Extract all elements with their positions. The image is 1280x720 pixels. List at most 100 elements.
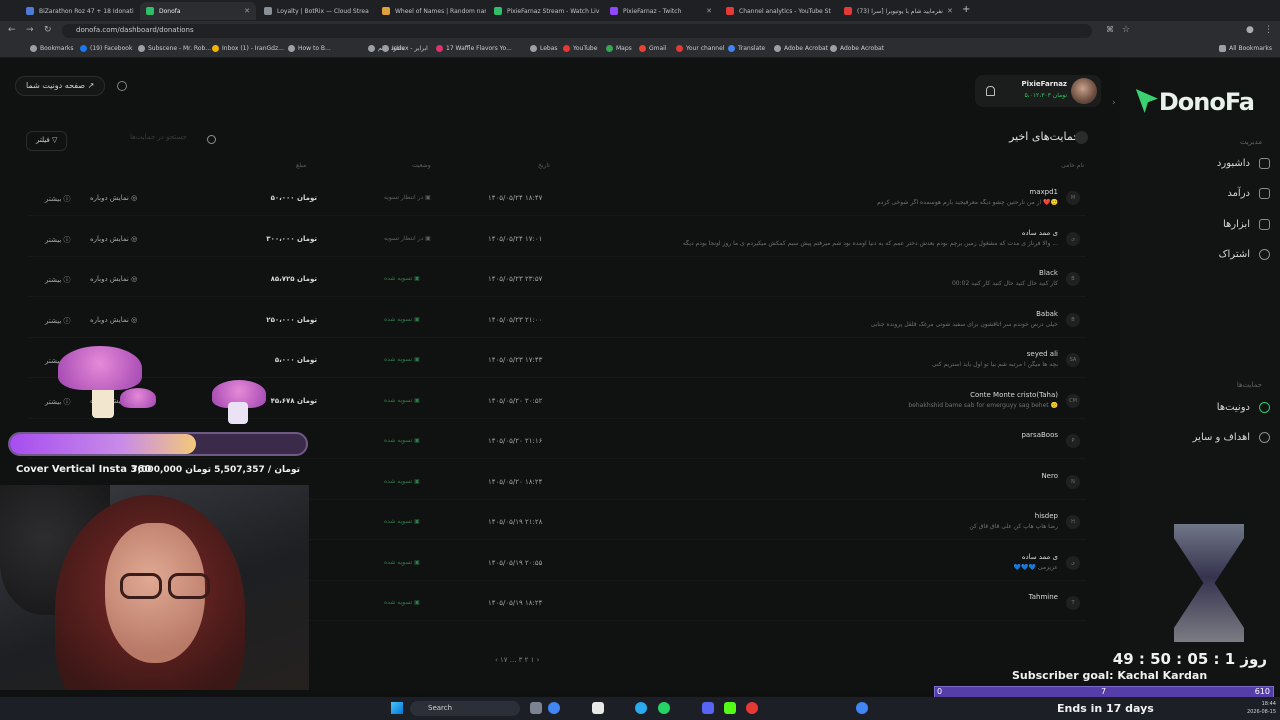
browser-tab[interactable]: BiZarathon Roz 47 + 18 Idonati✕ <box>20 2 138 20</box>
browser-tab[interactable]: Wheel of Names | Random nam✕ <box>376 2 486 20</box>
sidebar-item-tools[interactable]: ابزارها <box>1223 219 1270 230</box>
all-bookmarks-link[interactable]: All Bookmarks <box>1219 45 1272 52</box>
close-tab-icon[interactable]: ✕ <box>369 7 374 15</box>
app-icon[interactable] <box>592 702 604 714</box>
tab-favicon-icon <box>26 7 34 15</box>
column-header-status: وضعیت <box>412 162 431 169</box>
info-icon: ⓘ <box>63 316 71 325</box>
browser-tab[interactable]: Channel analytics - YouTube St✕ <box>720 2 836 20</box>
taskbar-search[interactable]: Search <box>410 701 520 716</box>
forward-icon[interactable]: → <box>26 25 34 35</box>
search-input[interactable]: جستجو در حمایت‌ها <box>130 133 220 149</box>
whatsapp-icon[interactable] <box>658 702 670 714</box>
replay-button[interactable]: نمایش دوباره ◎ <box>90 235 137 243</box>
more-button[interactable]: بیشتر ⓘ <box>45 316 71 326</box>
user-menu[interactable]: PixieFarnaz ۵،۰۱۲،۳۰۳ تومان <box>975 75 1101 107</box>
bookmark-link[interactable]: 17 Waffle Flavors Yo... <box>436 45 512 52</box>
replay-button[interactable]: نمایش دوباره ◎ <box>90 194 137 202</box>
bell-icon[interactable] <box>986 86 995 96</box>
discord-icon[interactable] <box>702 702 714 714</box>
donor-name: parsaBoos <box>1021 431 1058 439</box>
status-icon: ▣ <box>414 315 420 323</box>
bookmark-link[interactable]: Subscene - Mr. Rob... <box>138 45 211 52</box>
donor-name: Tahmine <box>1028 593 1058 601</box>
tab-favicon-icon <box>844 7 852 15</box>
sidebar-item-dashboard[interactable]: داشبورد <box>1217 158 1270 169</box>
bookmark-link[interactable]: Lebas <box>530 45 558 52</box>
tab-title: PixieFarnaz Stream - Watch Liv <box>507 7 600 15</box>
filter-button[interactable]: فیلتر ▽ <box>26 131 68 151</box>
close-tab-icon[interactable]: ✕ <box>599 7 602 15</box>
sidebar-item-income[interactable]: درآمد <box>1227 188 1270 199</box>
donor-initial: ی <box>1066 231 1080 246</box>
kick-icon[interactable] <box>724 702 736 714</box>
bookmark-link[interactable]: Translate <box>728 45 765 52</box>
back-icon[interactable]: ← <box>8 25 16 35</box>
more-button[interactable]: بیشتر ⓘ <box>45 194 71 204</box>
donation-amount: ۳۰۰،۰۰۰ تومان <box>266 234 317 243</box>
more-button[interactable]: بیشتر ⓘ <box>45 235 71 245</box>
bookmark-link[interactable]: Adobe Acrobat <box>774 45 828 52</box>
pagination[interactable]: ‹ ۱۷ ... ۳ ۲ ۱ › <box>495 656 539 664</box>
address-bar[interactable]: donofa.com/dashboard/donations <box>62 24 1092 38</box>
bookmark-link[interactable]: Your channel <box>676 45 724 52</box>
translate-icon[interactable]: ⌘ <box>1106 25 1114 34</box>
browser-tab[interactable]: (73) نفرمایید شام با یوتیوبرا [سرا ✕ <box>838 2 956 20</box>
browser-tab[interactable]: PixieFarnaz Stream - Watch Liv✕ <box>488 2 602 20</box>
star-icon[interactable]: ☆ <box>1122 25 1130 35</box>
chrome-icon[interactable] <box>548 702 560 714</box>
user-name: PixieFarnaz <box>1021 80 1067 88</box>
replay-button[interactable]: نمایش دوباره ◎ <box>90 275 137 283</box>
sidebar-item-donations[interactable]: دونیت‌ها <box>1217 402 1270 413</box>
browser-tab[interactable]: PixieFarnaz - Twitch ✕ <box>604 2 718 20</box>
file-explorer-icon[interactable] <box>530 702 542 714</box>
bookmark-favicon-icon <box>436 45 443 52</box>
bookmark-link[interactable]: Maps <box>606 45 632 52</box>
bookmark-link[interactable]: Adobe Acrobat <box>830 45 884 52</box>
menu-icon[interactable]: ⋮ <box>1264 25 1273 35</box>
donate-page-button[interactable]: صفحه دونیت شما ↗ <box>15 76 106 96</box>
sidebar-item-goals[interactable]: اهداف و سایر <box>1193 432 1270 443</box>
bookmark-favicon-icon <box>563 45 570 52</box>
status-badge: تسویه شده ▣ <box>384 356 420 363</box>
bookmark-link[interactable]: Index - ابرایر <box>382 45 428 52</box>
bookmark-link[interactable]: Gmail <box>639 45 667 52</box>
profile-icon[interactable]: ● <box>1246 25 1254 35</box>
bookmark-favicon-icon <box>639 45 646 52</box>
close-tab-icon[interactable]: ✕ <box>134 7 139 15</box>
bookmark-link[interactable]: YouTube <box>563 45 597 52</box>
sidebar-item-subscription[interactable]: اشتراک <box>1219 249 1270 260</box>
telegram-icon[interactable] <box>635 702 647 714</box>
donation-message: 💙💙💙 عزیزمی <box>1013 563 1058 571</box>
status-badge: تسویه شده ▣ <box>384 599 420 606</box>
bookmark-link[interactable]: How to B... <box>288 45 331 52</box>
heart-icon <box>1259 402 1270 413</box>
goal-icon <box>1259 432 1270 443</box>
refresh-icon[interactable] <box>117 81 127 91</box>
close-tab-icon[interactable]: ✕ <box>943 7 953 15</box>
obs-icon[interactable] <box>746 702 758 714</box>
system-tray[interactable]: 18:44 2026-08-15 <box>1247 700 1276 716</box>
close-tab-icon[interactable]: ✕ <box>702 7 712 15</box>
chrome-profile-icon[interactable] <box>856 702 868 714</box>
windows-start-icon[interactable] <box>391 702 403 714</box>
collapse-sidebar-icon[interactable]: › <box>1112 98 1116 108</box>
bookmark-link[interactable]: (19) Facebook <box>80 45 132 52</box>
close-tab-icon[interactable]: ✕ <box>240 7 250 15</box>
reload-icon[interactable]: ↻ <box>44 25 52 35</box>
bookmark-favicon-icon <box>530 45 537 52</box>
browser-tab[interactable]: Donofa ✕ <box>140 2 256 20</box>
tab-title: PixieFarnaz - Twitch <box>623 7 682 15</box>
tab-title: (73) نفرمایید شام با یوتیوبرا [سرا <box>857 7 943 15</box>
tab-title: Loyalty | BotRix — Cloud Strea <box>277 7 369 15</box>
close-tab-icon[interactable]: ✕ <box>831 7 836 15</box>
tab-favicon-icon <box>382 7 390 15</box>
bookmark-link[interactable]: Bookmarks <box>30 45 74 52</box>
replay-button[interactable]: نمایش دوباره ◎ <box>90 316 137 324</box>
new-tab-icon[interactable]: + <box>962 4 970 15</box>
bookmark-link[interactable]: Inbox (1) - IranGdz... <box>212 45 284 52</box>
status-badge: تسویه شده ▣ <box>384 315 420 323</box>
donofa-logo[interactable]: DonoFa <box>1135 88 1255 116</box>
more-button[interactable]: بیشتر ⓘ <box>45 275 71 285</box>
browser-tab[interactable]: Loyalty | BotRix — Cloud Strea✕ <box>258 2 374 20</box>
